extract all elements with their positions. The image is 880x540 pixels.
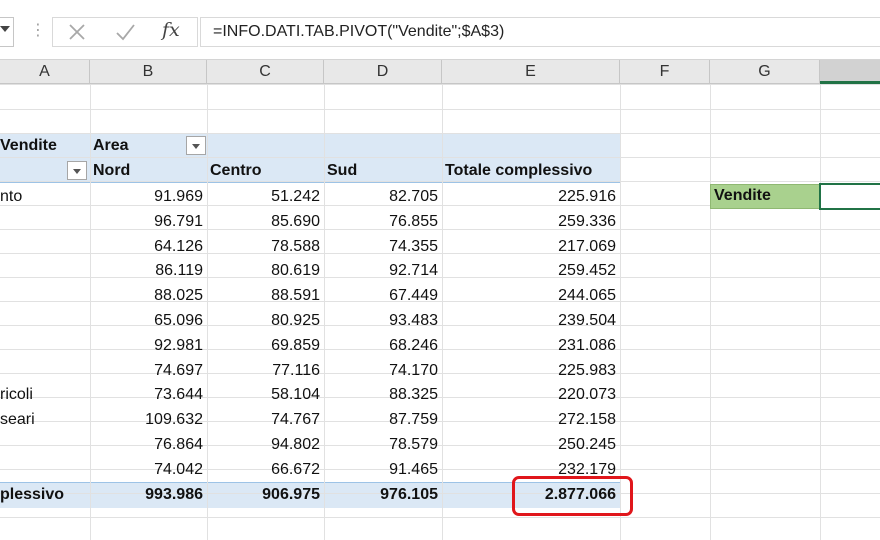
cancel-x-icon[interactable] <box>67 20 87 44</box>
pivot-value-cell[interactable]: 87.759 <box>324 408 438 432</box>
pivot-value-cell[interactable]: 272.158 <box>442 408 616 432</box>
grid-line-vertical <box>620 84 621 540</box>
column-header-h[interactable] <box>820 60 880 84</box>
pivot-total-sud[interactable]: 976.105 <box>324 483 438 507</box>
pivot-value-cell[interactable]: 78.588 <box>207 235 320 259</box>
pivot-value-cell[interactable]: 91.969 <box>90 185 203 209</box>
pivot-value-cell[interactable]: 88.591 <box>207 284 320 308</box>
active-cell[interactable] <box>819 183 880 210</box>
pivot-value-cell[interactable]: 80.925 <box>207 309 320 333</box>
pivot-values-label[interactable]: Vendite <box>0 134 57 158</box>
pivot-row-label[interactable]: seari <box>0 408 35 432</box>
pivot-value-cell[interactable]: 239.504 <box>442 309 616 333</box>
pivot-value-cell[interactable]: 73.644 <box>90 383 203 407</box>
pivot-value-cell[interactable]: 250.245 <box>442 433 616 457</box>
pivot-total-nord[interactable]: 993.986 <box>90 483 203 507</box>
pivot-column-field-label[interactable]: Area <box>93 134 129 158</box>
pivot-value-cell[interactable]: 69.859 <box>207 334 320 358</box>
pivot-value-cell[interactable]: 93.483 <box>324 309 438 333</box>
column-header-a[interactable]: A <box>0 60 90 84</box>
pivot-value-cell[interactable]: 78.579 <box>324 433 438 457</box>
pivot-value-cell[interactable]: 86.119 <box>90 259 203 283</box>
pivot-value-cell[interactable]: 94.802 <box>207 433 320 457</box>
pivot-value-cell[interactable]: 76.864 <box>90 433 203 457</box>
column-header-c[interactable]: C <box>207 60 324 84</box>
formula-bar-resize-handle[interactable]: ⋮ <box>30 22 46 40</box>
grid-line-horizontal <box>0 517 880 518</box>
pivot-value-cell[interactable]: 91.465 <box>324 458 438 482</box>
pivot-value-cell[interactable]: 58.104 <box>207 383 320 407</box>
pivot-col-header-centro[interactable]: Centro <box>210 159 262 183</box>
name-box[interactable] <box>0 17 14 47</box>
grid-line-horizontal <box>0 157 880 158</box>
pivot-value-cell[interactable]: 85.690 <box>207 210 320 234</box>
pivot-value-cell[interactable]: 74.355 <box>324 235 438 259</box>
column-header-f[interactable]: F <box>620 60 710 84</box>
pivot-value-cell[interactable]: 225.916 <box>442 185 616 209</box>
grid-line-vertical <box>710 84 711 540</box>
pivot-value-cell[interactable]: 96.791 <box>90 210 203 234</box>
grid-line-horizontal <box>0 84 880 85</box>
pivot-value-cell[interactable]: 244.065 <box>442 284 616 308</box>
pivot-value-cell[interactable]: 88.325 <box>324 383 438 407</box>
pivot-total-label[interactable]: plessivo <box>0 483 64 507</box>
pivot-value-cell[interactable]: 74.042 <box>90 458 203 482</box>
column-header-b[interactable]: B <box>90 60 207 84</box>
pivot-value-cell[interactable]: 68.246 <box>324 334 438 358</box>
grid-line-horizontal <box>0 181 880 182</box>
pivot-value-cell[interactable]: 74.767 <box>207 408 320 432</box>
formula-input[interactable]: =INFO.DATI.TAB.PIVOT("Vendite";$A$3) <box>200 17 880 47</box>
pivot-value-cell[interactable]: 92.981 <box>90 334 203 358</box>
pivot-value-cell[interactable]: 67.449 <box>324 284 438 308</box>
pivot-col-header-sud[interactable]: Sud <box>327 159 357 183</box>
column-headers: A B C D E F G <box>0 60 880 84</box>
pivot-value-cell[interactable]: 65.096 <box>90 309 203 333</box>
pivot-total-centro[interactable]: 906.975 <box>207 483 320 507</box>
grid-line-horizontal <box>0 133 880 134</box>
pivot-value-cell[interactable]: 82.705 <box>324 185 438 209</box>
grid-line-horizontal <box>0 109 880 110</box>
pivot-col-header-totale[interactable]: Totale complessivo <box>445 159 592 183</box>
pivot-value-cell[interactable]: 109.632 <box>90 408 203 432</box>
vendite-label-text: Vendite <box>714 187 771 204</box>
pivot-value-cell[interactable]: 74.170 <box>324 359 438 383</box>
pivot-row-label[interactable]: ricoli <box>0 383 33 407</box>
column-header-e[interactable]: E <box>442 60 620 84</box>
filter-dropdown-icon[interactable] <box>186 136 206 155</box>
pivot-value-cell[interactable]: 80.619 <box>207 259 320 283</box>
grid-line-vertical <box>820 84 821 540</box>
pivot-value-cell[interactable]: 88.025 <box>90 284 203 308</box>
pivot-value-cell[interactable]: 64.126 <box>90 235 203 259</box>
pivot-value-cell[interactable]: 231.086 <box>442 334 616 358</box>
pivot-value-cell[interactable]: 259.336 <box>442 210 616 234</box>
pivot-value-cell[interactable]: 51.242 <box>207 185 320 209</box>
pivot-value-cell[interactable]: 259.452 <box>442 259 616 283</box>
filter-dropdown-icon[interactable] <box>67 161 87 180</box>
pivot-value-cell[interactable]: 92.714 <box>324 259 438 283</box>
pivot-row-label[interactable]: nto <box>0 185 22 209</box>
pivot-value-cell[interactable]: 217.069 <box>442 235 616 259</box>
pivot-value-cell[interactable]: 77.116 <box>207 359 320 383</box>
pivot-value-cell[interactable]: 225.983 <box>442 359 616 383</box>
pivot-col-header-nord[interactable]: Nord <box>93 159 130 183</box>
pivot-value-cell[interactable]: 74.697 <box>90 359 203 383</box>
pivot-value-cell[interactable]: 220.073 <box>442 383 616 407</box>
insert-function-icon[interactable]: fx <box>162 19 180 41</box>
pivot-value-cell[interactable]: 76.855 <box>324 210 438 234</box>
column-header-d[interactable]: D <box>324 60 442 84</box>
chevron-down-icon[interactable] <box>0 26 10 32</box>
check-icon[interactable] <box>114 20 136 44</box>
pivot-value-cell[interactable]: 66.672 <box>207 458 320 482</box>
grand-total-highlight <box>512 476 633 516</box>
formula-bar: ⋮ fx =INFO.DATI.TAB.PIVOT("Vendite";$A$3… <box>0 0 880 60</box>
column-header-g[interactable]: G <box>710 60 820 84</box>
